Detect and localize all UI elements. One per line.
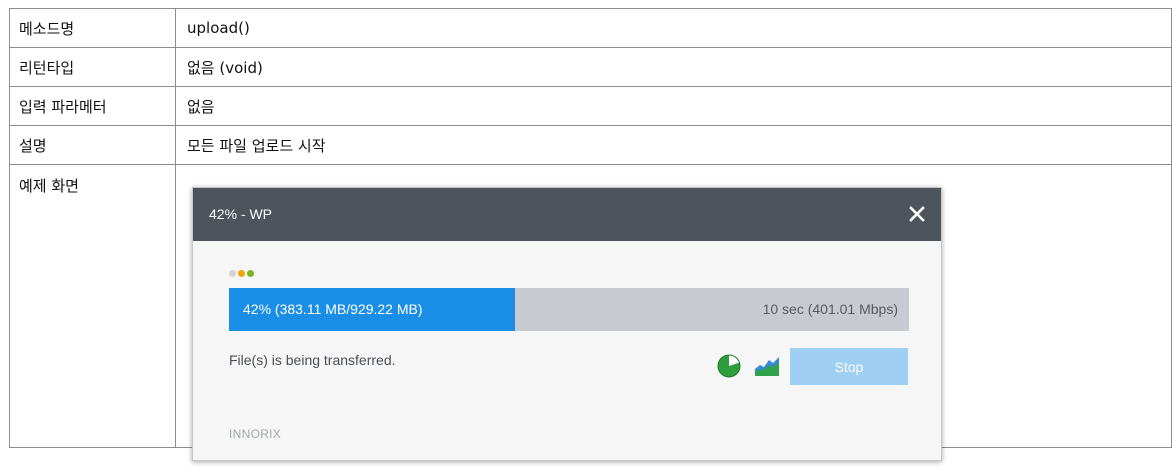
brand-label: INNORIX [229, 427, 282, 441]
stop-button[interactable]: Stop [790, 348, 908, 385]
table-row-method-name: 메소드명 upload() [9, 8, 1172, 48]
pie-chart-icon[interactable] [717, 354, 741, 378]
table-row-description: 설명 모든 파일 업로드 시작 [9, 125, 1172, 165]
row-value: 모든 파일 업로드 시작 [175, 125, 1172, 165]
row-key: 리턴타입 [9, 47, 176, 87]
row-value: 없음 (void) [175, 47, 1172, 87]
transfer-rate: 10 sec (401.01 Mbps) [762, 301, 898, 317]
row-key: 메소드명 [9, 8, 176, 48]
status-dot-orange [238, 270, 245, 277]
row-key: 설명 [9, 125, 176, 165]
progress-bar: 42% (383.11 MB/929.22 MB) 10 sec (401.01… [229, 288, 909, 331]
area-graph-icon[interactable] [754, 354, 780, 378]
transfer-status-text: File(s) is being transferred. [229, 352, 396, 368]
dialog-header: 42% - WP [193, 188, 941, 241]
status-dot-green [247, 270, 254, 277]
row-key: 예제 화면 [9, 164, 176, 448]
progress-label: 42% (383.11 MB/929.22 MB) [243, 301, 423, 317]
table-row-return-type: 리턴타입 없음 (void) [9, 47, 1172, 87]
upload-progress-dialog: 42% - WP 42% (383.11 MB/929.22 MB) 10 se… [192, 187, 942, 461]
row-value: 없음 [175, 86, 1172, 126]
table-row-input-params: 입력 파라메터 없음 [9, 86, 1172, 126]
status-dot-gray [229, 270, 236, 277]
close-icon[interactable] [905, 202, 929, 226]
row-value: upload() [175, 8, 1172, 48]
dialog-title: 42% - WP [209, 206, 273, 222]
row-key: 입력 파라메터 [9, 86, 176, 126]
